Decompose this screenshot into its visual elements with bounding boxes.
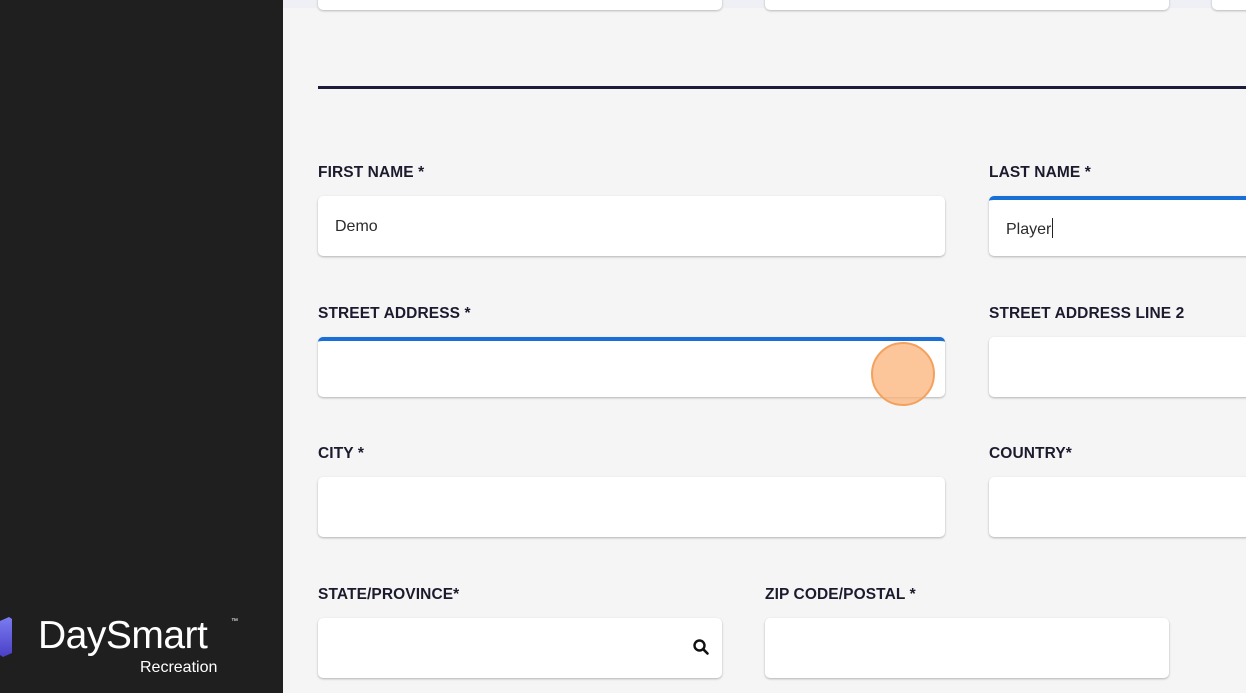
last-name-value: Player xyxy=(1006,221,1052,238)
top-field-1[interactable] xyxy=(318,0,722,10)
country-label: COUNTRY* xyxy=(989,445,1072,462)
last-name-label: LAST NAME * xyxy=(989,164,1091,181)
daysmart-logo-mark-icon xyxy=(0,617,12,657)
state-province-label: STATE/PROVINCE* xyxy=(318,586,460,603)
city-field[interactable] xyxy=(318,477,945,537)
first-name-field[interactable]: Demo xyxy=(318,196,945,256)
search-icon[interactable] xyxy=(692,638,710,656)
click-indicator xyxy=(871,342,935,406)
section-divider xyxy=(318,86,1246,89)
street-address-label: STREET ADDRESS * xyxy=(318,305,471,322)
street-address-2-field[interactable] xyxy=(989,337,1246,397)
text-caret xyxy=(1052,218,1054,238)
first-name-label: FIRST NAME * xyxy=(318,164,425,181)
state-province-field[interactable] xyxy=(318,618,722,678)
country-field[interactable] xyxy=(989,477,1246,537)
top-field-2[interactable] xyxy=(765,0,1169,10)
first-name-value: Demo xyxy=(335,218,378,235)
zip-code-label: ZIP CODE/POSTAL * xyxy=(765,586,916,603)
brand-name: DaySmart xyxy=(38,614,208,657)
street-address-2-label: STREET ADDRESS LINE 2 xyxy=(989,305,1185,322)
city-label: CITY * xyxy=(318,445,364,462)
form-area: FIRST NAME * Demo LAST NAME * Player STR… xyxy=(283,0,1246,693)
zip-code-field[interactable] xyxy=(765,618,1169,678)
street-address-field[interactable] xyxy=(318,337,945,397)
last-name-field[interactable]: Player xyxy=(989,196,1246,256)
sidebar: DaySmart ™ Recreation xyxy=(0,0,283,693)
brand-subtitle: Recreation xyxy=(140,659,218,676)
brand-trademark: ™ xyxy=(231,618,238,625)
top-field-3[interactable] xyxy=(1212,0,1246,10)
